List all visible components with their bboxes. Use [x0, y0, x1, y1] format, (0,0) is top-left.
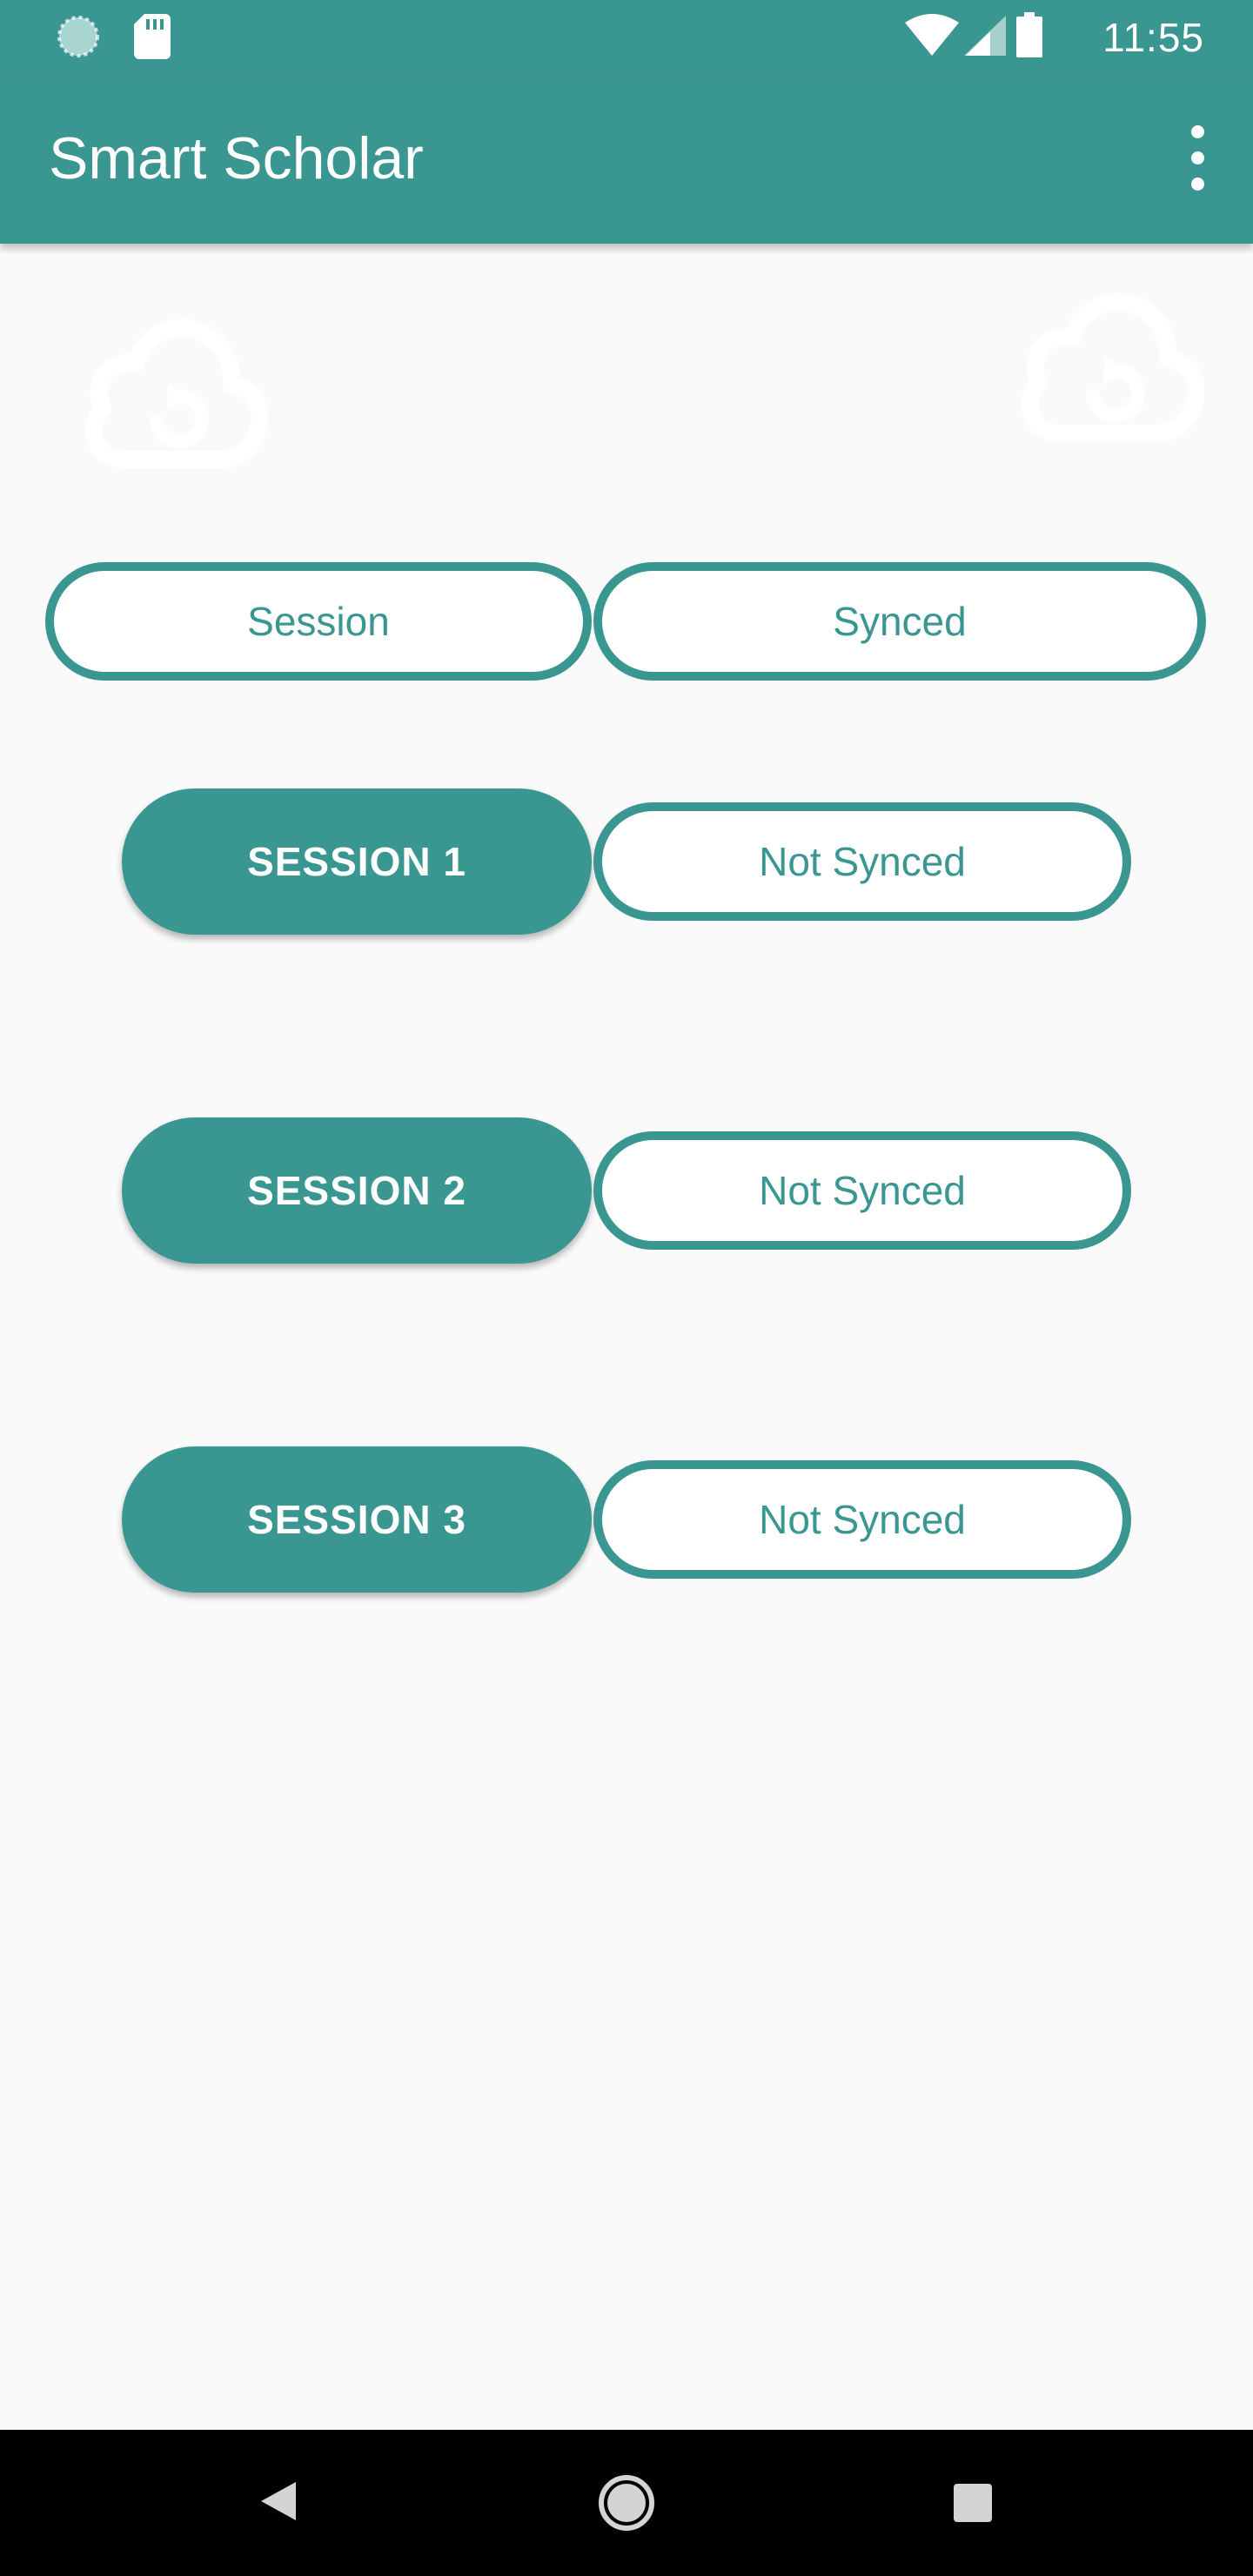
back-icon[interactable] — [258, 2479, 298, 2528]
more-vert-icon[interactable] — [1166, 115, 1229, 202]
header-synced-label: Synced — [593, 562, 1206, 681]
signal-icon — [964, 16, 1006, 60]
loader-icon — [56, 14, 101, 64]
wifi-icon — [905, 14, 959, 60]
app-title: Smart Scholar — [49, 125, 424, 191]
header-session-label: Session — [45, 562, 592, 681]
app-bar: Smart Scholar — [0, 73, 1253, 244]
session-2-button[interactable]: SESSION 2 — [122, 1117, 592, 1264]
cloud-sync-icon[interactable] — [80, 313, 269, 478]
session-1-button[interactable]: SESSION 1 — [122, 788, 592, 935]
menu-dot — [1191, 151, 1204, 164]
session-2-sync-status: Not Synced — [593, 1131, 1131, 1250]
home-icon[interactable] — [597, 2473, 656, 2537]
menu-dot — [1191, 178, 1204, 191]
recents-icon[interactable] — [954, 2484, 992, 2526]
navigation-bar — [0, 2430, 1253, 2576]
session-3-button[interactable]: SESSION 3 — [122, 1446, 592, 1593]
sdcard-icon — [134, 14, 171, 64]
main-content: Session Synced SESSION 1 Not Synced SESS… — [0, 244, 1253, 2430]
cloud-sync-icon[interactable] — [1016, 287, 1205, 452]
status-bar: 11:55 — [0, 0, 1253, 73]
session-1-sync-status: Not Synced — [593, 802, 1131, 921]
session-3-sync-status: Not Synced — [593, 1460, 1131, 1579]
battery-icon — [1016, 12, 1042, 62]
menu-dot — [1191, 125, 1204, 138]
status-clock: 11:55 — [1102, 15, 1204, 60]
